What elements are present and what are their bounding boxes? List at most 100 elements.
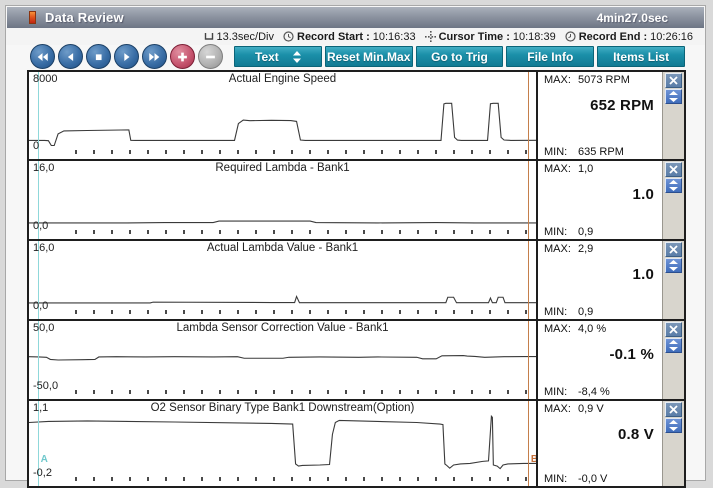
window-title: Data Review (45, 10, 124, 25)
channel-title: Actual Engine Speed (29, 73, 536, 85)
clock-icon (283, 31, 294, 42)
channel-row: 16,0 Required Lambda - Bank1 0,0 MAX:1,0… (29, 159, 684, 239)
current-value: -0.1 % (544, 346, 658, 363)
div-scale-icon (204, 32, 214, 41)
value-panel: MAX:5073 RPM 652 RPM MIN:635 RPM (538, 72, 662, 159)
channel-row: 1,1 O2 Sensor Binary Type Bank1 Downstre… (29, 399, 684, 486)
channel-controls (662, 241, 684, 319)
plot-area[interactable]: 16,0 Required Lambda - Bank1 0,0 (29, 161, 536, 239)
updown-arrows-icon (669, 340, 678, 351)
cursor-b-line[interactable] (528, 72, 530, 159)
minus-icon (203, 50, 218, 64)
max-row: MAX:5073 RPM (544, 74, 658, 86)
move-channel-button[interactable] (665, 338, 682, 353)
charts: 8000 Actual Engine Speed 0 MAX:5073 RPM … (27, 70, 686, 488)
channel-row: 8000 Actual Engine Speed 0 MAX:5073 RPM … (29, 72, 684, 159)
file-info-button[interactable]: File Info (506, 46, 594, 67)
time-ticks (59, 390, 532, 394)
recording-duration: 4min27.0sec (597, 11, 668, 25)
min-row: MIN:0,9 (544, 306, 658, 318)
updown-arrows-icon (669, 91, 678, 102)
toolbar-buttons: Text Reset Min.Max Go to Trig File Info … (234, 46, 685, 67)
fast-rewind-icon (35, 50, 50, 64)
channel-controls (662, 321, 684, 399)
step-back-button[interactable] (58, 44, 83, 69)
plot-area[interactable]: 16,0 Actual Lambda Value - Bank1 0,0 (29, 241, 536, 319)
close-icon (669, 325, 678, 334)
current-value: 652 RPM (544, 97, 658, 114)
items-list-button[interactable]: Items List (597, 46, 685, 67)
plot-area[interactable]: 8000 Actual Engine Speed 0 (29, 72, 536, 159)
fast-forward-button[interactable] (142, 44, 167, 69)
time-ticks (59, 310, 532, 314)
data-review-window: Data Review 4min27.0sec 13.3sec/Div Reco… (5, 5, 706, 481)
scale-min-label: 0 (33, 140, 39, 152)
step-back-icon (63, 50, 78, 64)
plot-area[interactable]: 50,0 Lambda Sensor Correction Value - Ba… (29, 321, 536, 399)
min-row: MIN:-0,0 V (544, 473, 658, 485)
scale-min-label: 0,0 (33, 300, 48, 312)
reset-minmax-button[interactable]: Reset Min.Max (325, 46, 413, 67)
close-icon (669, 405, 678, 414)
max-row: MAX:4,0 % (544, 323, 658, 335)
channel-title: Lambda Sensor Correction Value - Bank1 (29, 322, 536, 334)
value-panel: MAX:2,9 1.0 MIN:0,9 (538, 241, 662, 319)
play-icon (119, 50, 134, 64)
value-panel: MAX:4,0 % -0.1 % MIN:-8,4 % (538, 321, 662, 399)
clock-icon (565, 31, 576, 42)
text-mode-select[interactable]: Text (234, 46, 322, 67)
title-bar: Data Review 4min27.0sec (7, 7, 704, 28)
channel-controls (662, 72, 684, 159)
fast-rewind-button[interactable] (30, 44, 55, 69)
waveform (29, 72, 536, 159)
scale-min-label: -0,2 (33, 467, 52, 479)
time-ticks (59, 477, 532, 481)
fast-forward-icon (147, 50, 162, 64)
move-channel-button[interactable] (665, 178, 682, 193)
close-channel-button[interactable] (665, 73, 682, 88)
record-start: Record Start : 10:16:33 (283, 31, 416, 43)
channel-title: O2 Sensor Binary Type Bank1 Downstream(O… (29, 402, 536, 414)
plus-icon (175, 50, 190, 64)
close-channel-button[interactable] (665, 242, 682, 257)
cursor-b-label: B (531, 454, 536, 465)
zoom-out-button[interactable] (198, 44, 223, 69)
updown-arrows-icon (669, 180, 678, 191)
scale-min-label: -50,0 (33, 380, 58, 392)
max-row: MAX:0,9 V (544, 403, 658, 415)
channel-row: 16,0 Actual Lambda Value - Bank1 0,0 MAX… (29, 239, 684, 319)
value-panel: MAX:1,0 1.0 MIN:0,9 (538, 161, 662, 239)
stop-icon (91, 50, 106, 64)
current-value: 0.8 V (544, 426, 658, 443)
toolbar: Text Reset Min.Max Go to Trig File Info … (6, 45, 705, 70)
channel-title: Actual Lambda Value - Bank1 (29, 242, 536, 254)
move-channel-button[interactable] (665, 418, 682, 433)
spinner-updown-icon (293, 51, 301, 63)
min-row: MIN:635 RPM (544, 146, 658, 158)
play-button[interactable] (114, 44, 139, 69)
sec-per-div: 13.3sec/Div (204, 31, 274, 43)
cursor-a-label: A (41, 454, 48, 465)
channel-title: Required Lambda - Bank1 (29, 162, 536, 174)
move-channel-button[interactable] (665, 89, 682, 104)
info-bar: 13.3sec/Div Record Start : 10:16:33 Curs… (6, 28, 705, 45)
close-channel-button[interactable] (665, 322, 682, 337)
min-row: MIN:-8,4 % (544, 386, 658, 398)
cursor-time: Cursor Time : 10:18:39 (425, 31, 556, 43)
zoom-in-button[interactable] (170, 44, 195, 69)
current-value: 1.0 (544, 186, 658, 203)
move-channel-button[interactable] (665, 258, 682, 273)
stop-button[interactable] (86, 44, 111, 69)
go-to-trig-button[interactable]: Go to Trig (416, 46, 504, 67)
current-value: 1.0 (544, 266, 658, 283)
plot-area[interactable]: 1,1 O2 Sensor Binary Type Bank1 Downstre… (29, 401, 536, 486)
updown-arrows-icon (669, 260, 678, 271)
time-ticks (59, 230, 532, 234)
updown-arrows-icon (669, 420, 678, 431)
time-ticks (59, 150, 532, 154)
cursor-crosshair-icon (425, 31, 436, 42)
close-channel-button[interactable] (665, 162, 682, 177)
close-channel-button[interactable] (665, 402, 682, 417)
close-icon (669, 245, 678, 254)
min-row: MIN:0,9 (544, 226, 658, 238)
